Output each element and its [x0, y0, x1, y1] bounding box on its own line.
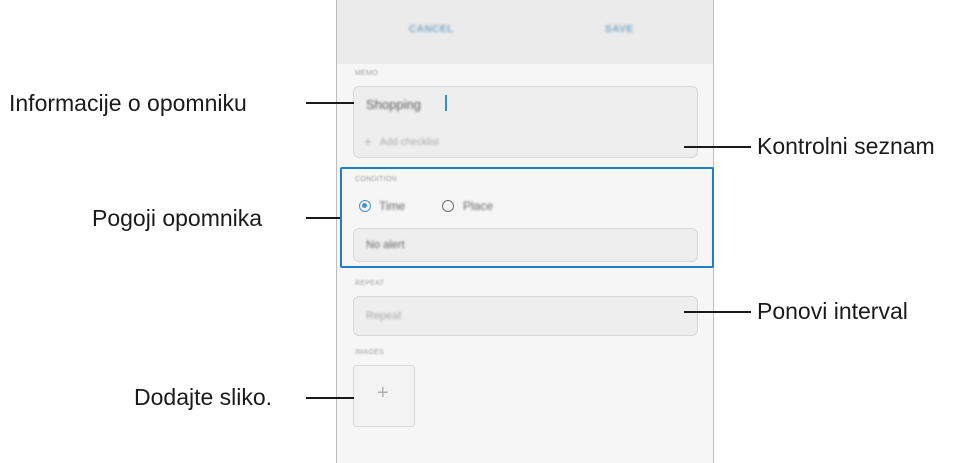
condition-highlight-frame — [340, 167, 714, 268]
add-image-button[interactable]: + — [353, 365, 415, 427]
callout-line-reminder-info — [306, 102, 354, 104]
cancel-button[interactable]: CANCEL — [409, 24, 454, 35]
images-section-label: IMAGES — [355, 349, 385, 356]
callout-conditions: Pogoji opomnika — [92, 205, 263, 231]
repeat-field[interactable]: Repeat — [353, 296, 698, 336]
add-checklist-button[interactable]: Add checklist — [380, 137, 439, 148]
callout-line-add-image — [306, 397, 354, 399]
add-checklist-plus-icon: + — [364, 134, 372, 149]
top-action-bar: CANCEL SAVE — [337, 0, 713, 64]
reminder-info-field[interactable]: Shopping + Add checklist — [353, 86, 698, 158]
callout-checklist: Kontrolni seznam — [757, 133, 935, 159]
repeat-placeholder: Repeat — [366, 310, 402, 322]
callout-line-conditions — [306, 217, 340, 219]
callout-line-repeat-interval — [684, 311, 751, 313]
save-button[interactable]: SAVE — [605, 24, 634, 35]
callout-repeat-interval: Ponovi interval — [757, 298, 908, 324]
callout-line-checklist — [684, 146, 751, 148]
add-image-plus-icon: + — [377, 382, 389, 404]
callout-reminder-info: Informacije o opomniku — [9, 90, 247, 116]
reminder-text-value: Shopping — [366, 97, 421, 112]
callout-add-image: Dodajte sliko. — [134, 384, 273, 410]
text-cursor — [445, 95, 447, 111]
memo-section-label: MEMO — [355, 70, 378, 77]
repeat-section-label: REPEAT — [355, 280, 385, 287]
